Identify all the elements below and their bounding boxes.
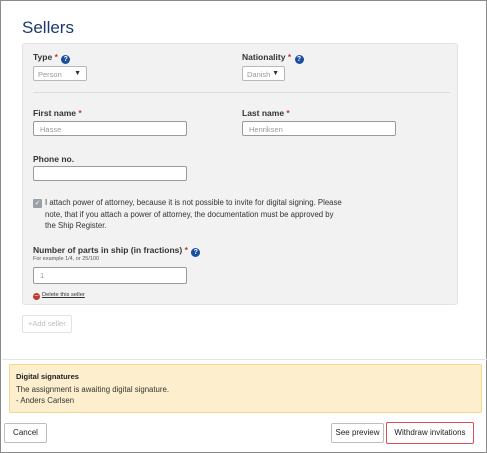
chevron-down-icon: ▼ [272, 70, 279, 77]
see-preview-button[interactable]: See preview [331, 423, 384, 443]
section-title: Sellers [22, 18, 74, 37]
parts-field[interactable]: 1 [33, 267, 187, 284]
chevron-down-icon: ▼ [74, 70, 81, 77]
notice-line-1: The assignment is awaiting digital signa… [16, 385, 169, 394]
separator [2, 359, 487, 360]
notice-line-2: - Anders Carlsen [16, 395, 75, 405]
check-icon: ✓ [34, 200, 41, 207]
parts-hint: For example 1/4, or 25/100 [33, 256, 100, 262]
type-label: Type * ? [33, 52, 71, 64]
first-name-label: First name * [33, 108, 82, 118]
phone-label: Phone no. [33, 154, 75, 164]
notice-title: Digital signatures [16, 372, 79, 381]
digital-signatures-notice: Digital signatures The assignment is awa… [9, 364, 482, 413]
nationality-select-value: Danish [247, 70, 271, 79]
phone-field[interactable] [33, 166, 187, 181]
first-name-field[interactable]: Hasse [33, 121, 187, 136]
power-of-attorney-text: I attach power of attorney, because it i… [45, 198, 342, 230]
seller-form-window: Sellers Type * ? Person ▼ Nationality * ?… [0, 0, 487, 453]
last-name-field[interactable]: Henriksen [242, 121, 396, 136]
power-of-attorney-checkbox[interactable]: ✓ [33, 199, 42, 208]
delete-seller-label: Delete this seller [42, 292, 85, 298]
nationality-label: Nationality * ? [242, 52, 304, 64]
type-help-icon[interactable]: ? [61, 55, 71, 64]
type-select[interactable]: Person ▼ [33, 66, 87, 81]
nationality-select[interactable]: Danish ▼ [242, 66, 285, 81]
minus-circle-icon: – [33, 292, 40, 300]
divider [33, 92, 450, 93]
parts-help-icon[interactable]: ? [191, 248, 201, 257]
type-select-value: Person [38, 70, 62, 79]
add-seller-button[interactable]: +Add seller [22, 315, 72, 333]
last-name-label: Last name * [242, 108, 290, 118]
cancel-button[interactable]: Cancel [4, 423, 47, 443]
withdraw-invitations-button[interactable]: Withdraw invitations [386, 422, 474, 444]
delete-seller-link[interactable]: – Delete this seller [33, 292, 85, 300]
seller-panel: Type * ? Person ▼ Nationality * ? Danish ▼… [22, 43, 458, 305]
nationality-help-icon[interactable]: ? [294, 55, 304, 64]
